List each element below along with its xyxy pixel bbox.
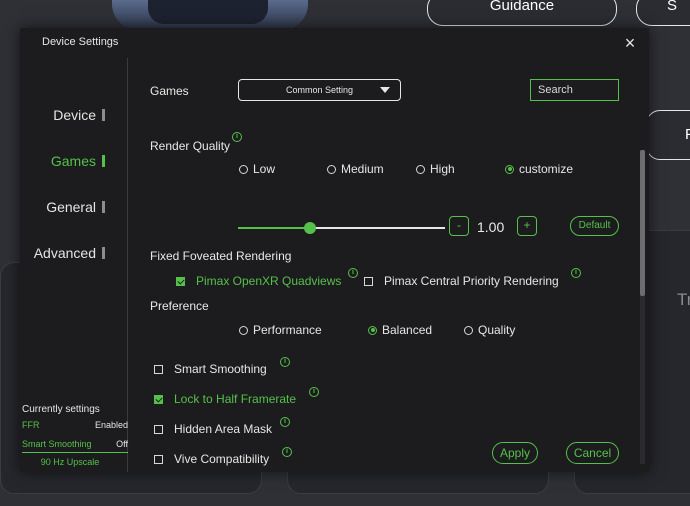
sidebar-item-games[interactable]: Games xyxy=(51,151,105,171)
sidebar-indicator xyxy=(102,247,105,259)
radio-icon xyxy=(239,325,248,335)
radio-icon xyxy=(239,164,248,174)
background-ghost-text: Tr xyxy=(677,290,690,309)
radio-label: Performance xyxy=(253,323,322,337)
radio-label: Balanced xyxy=(382,323,433,337)
render-quality-label: Render Quality xyxy=(150,139,231,153)
current-settings-panel: Currently settings FFR Enabled Smart Smo… xyxy=(22,404,128,467)
sidebar-indicator xyxy=(102,155,105,167)
render-quality-customize[interactable]: customize xyxy=(505,162,573,176)
checkbox-icon xyxy=(154,364,163,374)
checkbox-label: Smart Smoothing xyxy=(174,362,267,376)
sidebar-item-general[interactable]: General xyxy=(46,197,105,217)
dialog-titlebar: Device Settings × xyxy=(20,28,649,58)
render-quality-value: 1.00 xyxy=(477,219,505,235)
content-scrollbar[interactable] xyxy=(640,150,645,464)
info-icon[interactable]: i xyxy=(282,447,292,457)
dropdown-value: Common Setting xyxy=(285,85,354,95)
checkbox-label: Pimax Central Priority Rendering xyxy=(384,274,559,288)
checkbox-label: Lock to Half Framerate xyxy=(174,392,297,406)
sidebar: Device Games General Advanced Currently … xyxy=(20,58,128,472)
games-settings-content: Games Common Setting Render Quality i Lo… xyxy=(128,58,649,472)
smart-smoothing-checkbox[interactable]: Smart Smoothing xyxy=(154,362,267,376)
info-icon[interactable]: i xyxy=(232,132,242,142)
current-settings-heading: Currently settings xyxy=(22,404,100,415)
info-icon[interactable]: i xyxy=(348,268,358,278)
current-setting-row: FFR Enabled xyxy=(22,417,128,434)
current-setting-value: Enabled xyxy=(94,420,128,430)
ffr-quadviews-checkbox[interactable]: Pimax OpenXR Quadviews xyxy=(176,274,341,288)
sidebar-item-label: Games xyxy=(50,153,96,169)
preference-performance[interactable]: Performance xyxy=(239,323,322,337)
chevron-down-icon xyxy=(380,87,390,93)
radio-icon xyxy=(416,164,425,174)
info-icon[interactable]: i xyxy=(571,268,581,278)
lock-half-framerate-checkbox[interactable]: Lock to Half Framerate xyxy=(154,392,296,406)
current-setting-row: Smart Smoothing Off xyxy=(22,436,128,453)
decrement-button[interactable]: - xyxy=(449,216,469,236)
headset-image xyxy=(112,0,308,30)
radio-icon xyxy=(464,325,473,335)
radio-icon xyxy=(368,325,377,335)
sidebar-indicator xyxy=(102,201,105,213)
checkbox-label: Hidden Area Mask xyxy=(174,422,273,436)
radio-label: Quality xyxy=(478,323,516,337)
render-quality-medium[interactable]: Medium xyxy=(327,162,384,176)
radio-icon xyxy=(327,164,336,174)
radio-label: Low xyxy=(253,162,276,176)
cancel-button[interactable]: Cancel xyxy=(566,442,619,464)
increment-button[interactable]: + xyxy=(517,216,537,236)
radio-label: customize xyxy=(519,162,574,176)
checkbox-icon xyxy=(364,276,373,286)
games-profile-dropdown[interactable]: Common Setting xyxy=(238,79,401,101)
ffr-central-priority-checkbox[interactable]: Pimax Central Priority Rendering xyxy=(364,274,559,288)
checkbox-icon xyxy=(154,394,163,404)
background-button-s[interactable]: S xyxy=(636,0,690,26)
render-quality-slider[interactable] xyxy=(238,221,445,235)
default-button[interactable]: Default xyxy=(570,216,619,236)
current-setting-value: Off xyxy=(116,439,128,449)
preference-balanced[interactable]: Balanced xyxy=(368,323,432,337)
info-icon[interactable]: i xyxy=(280,357,290,367)
ffr-label: Fixed Foveated Rendering xyxy=(150,249,292,263)
slider-track-empty xyxy=(310,227,445,229)
apply-button[interactable]: Apply xyxy=(492,442,538,464)
info-icon[interactable]: i xyxy=(280,417,290,427)
dialog-title: Device Settings xyxy=(42,36,119,48)
checkbox-icon xyxy=(154,454,163,464)
guidance-button[interactable]: Guidance xyxy=(427,0,617,26)
current-setting-key: Smart Smoothing xyxy=(22,439,92,449)
games-label: Games xyxy=(150,84,189,98)
toggle-list: Smart Smoothing i Lock to Half Framerate… xyxy=(128,355,428,468)
scrollbar-thumb[interactable] xyxy=(640,150,645,296)
radio-label: High xyxy=(430,162,455,176)
checkbox-icon xyxy=(176,276,185,286)
render-quality-low[interactable]: Low xyxy=(239,162,275,176)
hidden-area-mask-checkbox[interactable]: Hidden Area Mask xyxy=(154,422,272,436)
sidebar-item-device[interactable]: Device xyxy=(53,105,105,125)
info-icon[interactable]: i xyxy=(309,387,319,397)
slider-track-filled xyxy=(238,227,310,229)
preference-label: Preference xyxy=(150,299,209,313)
sidebar-item-advanced[interactable]: Advanced xyxy=(34,243,105,263)
background-card-f[interactable]: F xyxy=(646,110,690,160)
search-input[interactable] xyxy=(530,79,619,101)
close-icon[interactable]: × xyxy=(621,34,639,52)
checkbox-label: Vive Compatibility xyxy=(174,452,270,466)
sidebar-item-label: Device xyxy=(53,107,96,123)
checkbox-icon xyxy=(154,424,163,434)
current-setting-key: FFR xyxy=(22,420,40,430)
render-quality-high[interactable]: High xyxy=(416,162,455,176)
sidebar-indicator xyxy=(102,109,105,121)
sidebar-item-label: General xyxy=(46,199,96,215)
radio-icon xyxy=(505,164,514,174)
sidebar-item-label: Advanced xyxy=(33,245,96,261)
device-settings-dialog: Device Settings × Device Games General A… xyxy=(20,28,649,472)
vive-compatibility-checkbox[interactable]: Vive Compatibility xyxy=(154,452,269,466)
radio-label: Medium xyxy=(341,162,384,176)
checkbox-label: Pimax OpenXR Quadviews xyxy=(196,274,342,288)
current-setting-upscale: 90 Hz Upscale xyxy=(40,457,100,467)
preference-quality[interactable]: Quality xyxy=(464,323,515,337)
slider-thumb[interactable] xyxy=(304,222,316,234)
